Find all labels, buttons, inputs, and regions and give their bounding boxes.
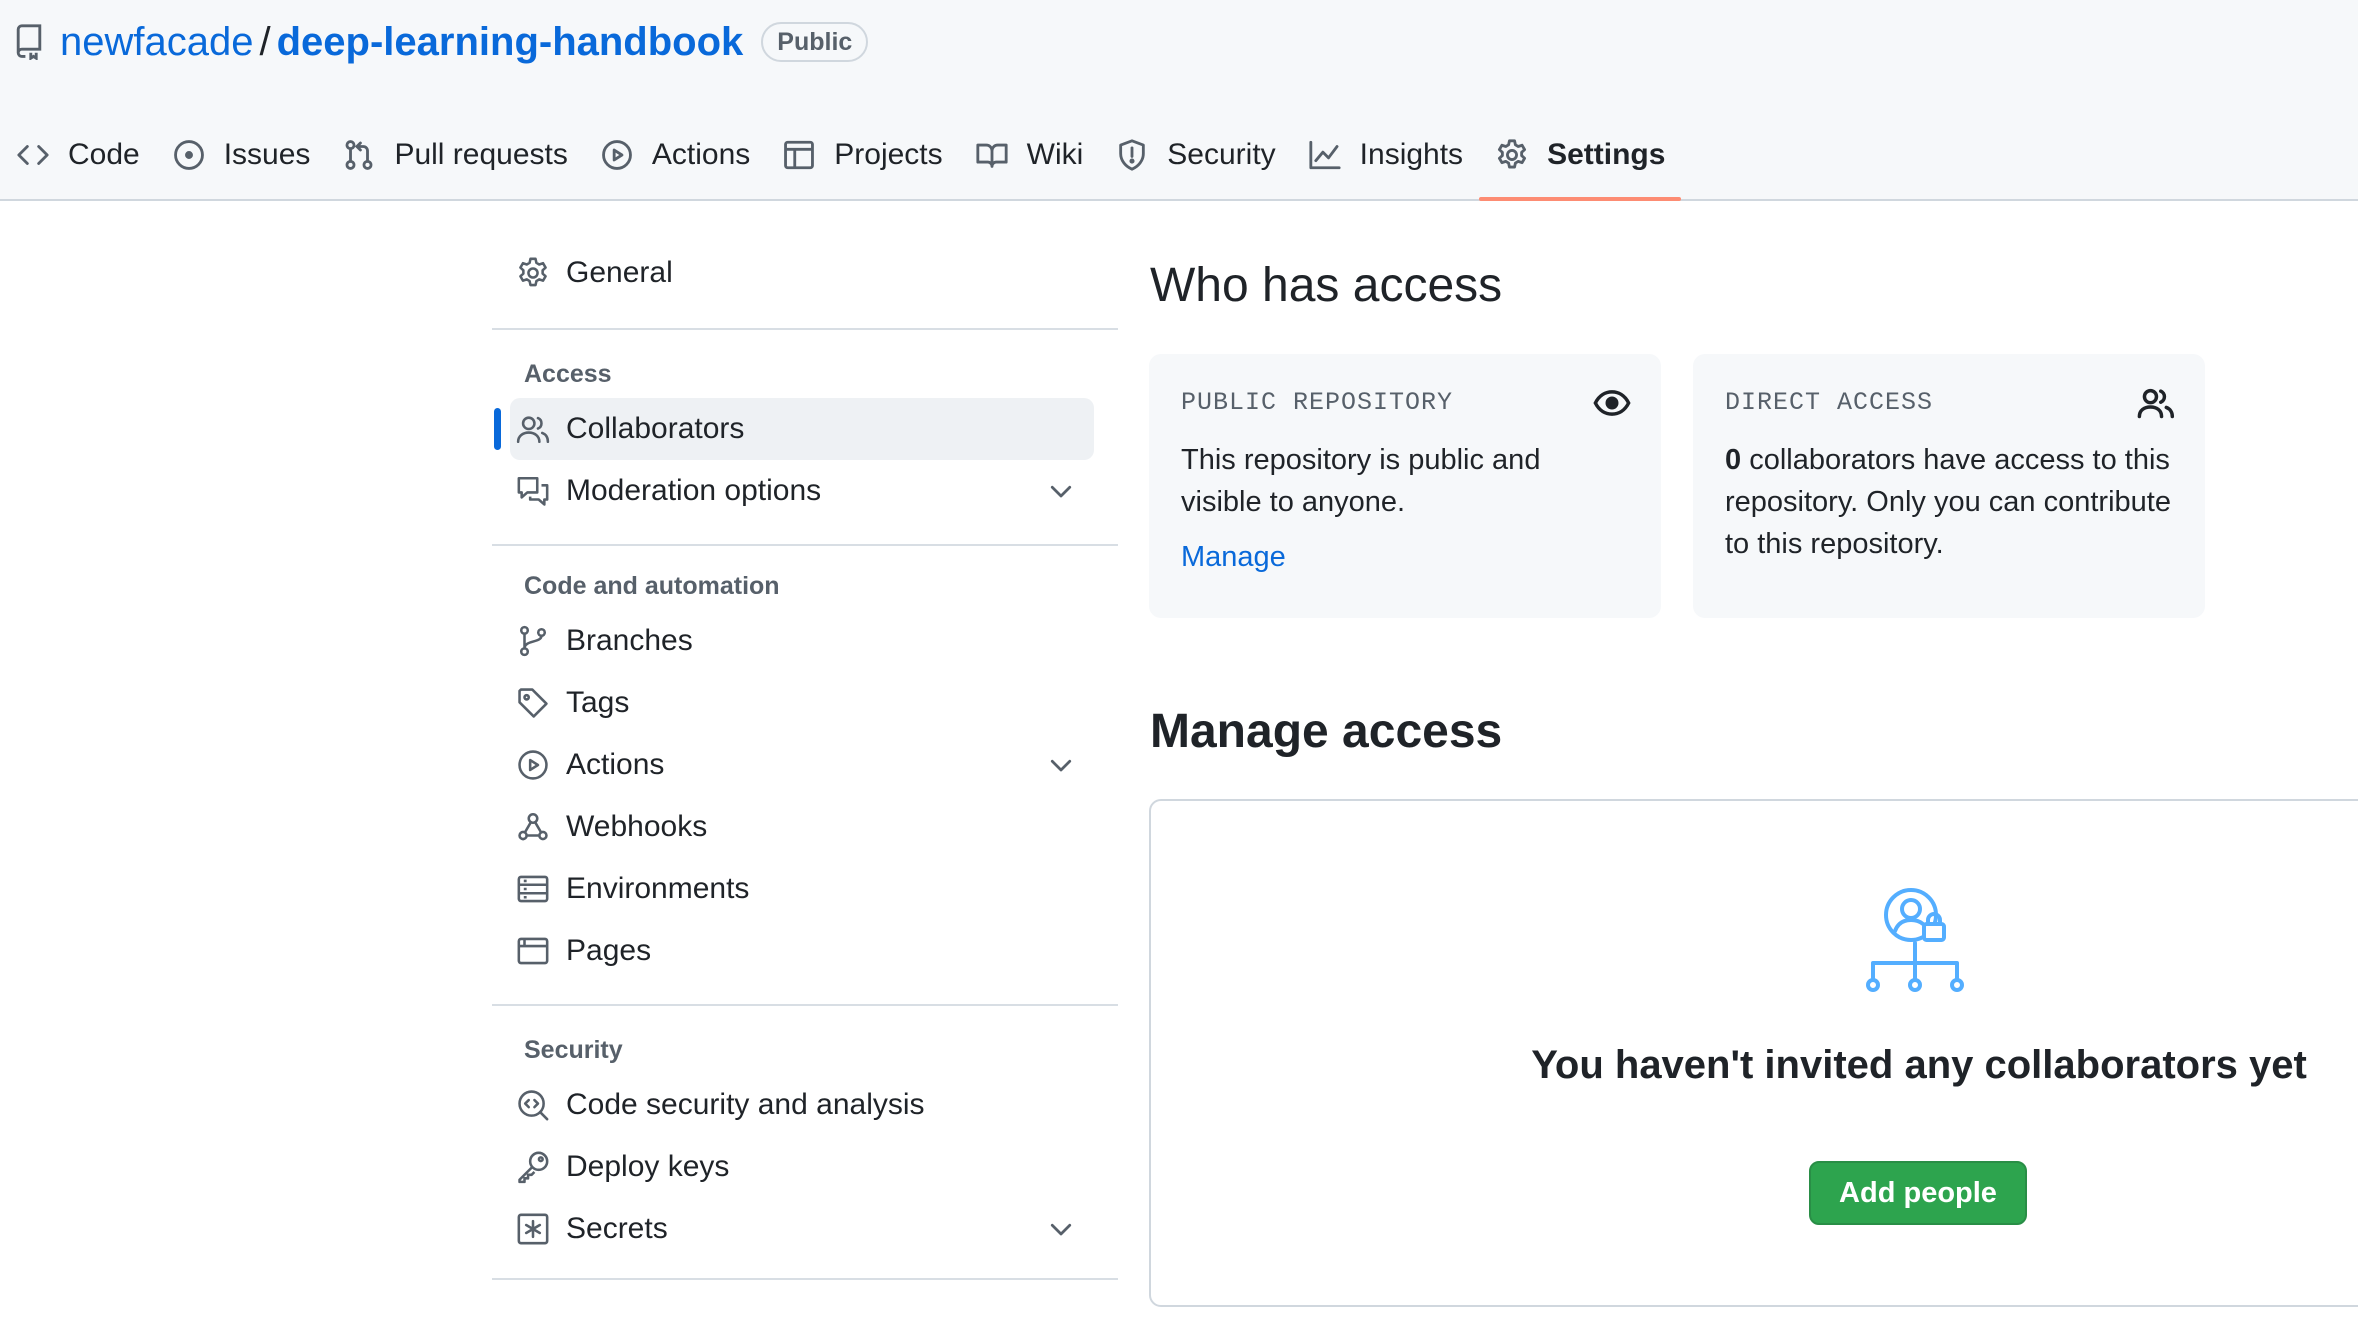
collaborator-count: 0 [1725,444,1742,476]
person-lock-org-icon [1866,888,1964,992]
sidebar-item-label: Moderation options [566,474,822,507]
repo-header: newfacade / deep-learning-handbook Publi… [0,0,2358,201]
sidebar-item-label: Actions [566,748,665,781]
sidebar-item-deploy-keys[interactable]: Deploy keys [510,1136,1094,1198]
sidebar-divider [492,1004,1118,1006]
sidebar-item-label: General [566,256,673,289]
sidebar-item-secrets[interactable]: Secrets [510,1198,1094,1260]
chevron-down-icon[interactable] [1046,476,1076,506]
public-repository-text: This repository is public and visible to… [1181,444,1541,518]
shield-icon [1119,139,1146,171]
repo-separator: / [259,19,271,64]
who-has-access-heading: Who has access [1150,259,1503,312]
sidebar-item-moderation-options[interactable]: Moderation options [510,460,1094,522]
sidebar-item-label: Code security and analysis [566,1088,925,1121]
tab-label: Projects [834,138,943,171]
comment-discussion-icon [517,476,549,506]
sidebar-item-actions[interactable]: Actions [510,734,1094,796]
chevron-down-icon[interactable] [1046,1214,1076,1244]
tab-code[interactable]: Code [0,120,156,190]
sidebar-item-label: Deploy keys [566,1150,730,1183]
sidebar-item-tags[interactable]: Tags [510,672,1094,734]
chevron-down-icon[interactable] [1046,750,1076,780]
sidebar-item-label: Branches [566,624,693,657]
repo-name-link[interactable]: deep-learning-handbook [277,20,744,65]
graph-icon [1309,140,1341,170]
sidebar-item-environments[interactable]: Environments [510,858,1094,920]
sidebar-item-webhooks[interactable]: Webhooks [510,796,1094,858]
key-icon [518,1151,549,1184]
webhook-icon [518,812,548,841]
direct-access-card: DIRECT ACCESS 0 collaborators have acces… [1693,354,2205,618]
tab-security[interactable]: Security [1099,120,1291,190]
sidebar-divider [492,544,1118,546]
sidebar-item-general[interactable]: General [510,242,1094,304]
visibility-badge: Public [761,22,869,62]
section-label-access: Access [524,359,612,388]
server-icon [517,875,549,903]
pull-request-icon [345,140,373,170]
add-people-button[interactable]: Add people [1809,1161,2027,1225]
repo-owner-link[interactable]: newfacade [60,20,253,65]
tab-settings[interactable]: Settings [1479,120,1682,201]
tab-issues[interactable]: Issues [156,120,327,190]
sidebar-item-pages[interactable]: Pages [510,920,1094,982]
tab-label: Settings [1547,138,1666,171]
sidebar-item-label: Tags [566,686,630,719]
manage-access-heading: Manage access [1150,705,1503,758]
tab-pull-requests[interactable]: Pull requests [326,120,583,190]
sidebar-item-label: Webhooks [566,810,708,843]
repo-tabs: Code Issues Pull requests Actions Projec… [0,120,1682,201]
tab-label: Issues [223,138,311,171]
code-icon [17,145,49,165]
sidebar-divider [492,328,1118,330]
section-label-security: Security [524,1035,623,1064]
key-asterisk-icon [517,1213,549,1245]
people-icon [516,416,550,444]
repo-title: newfacade / deep-learning-handbook Publi… [14,14,869,70]
gear-icon [519,257,547,287]
tab-actions[interactable]: Actions [584,120,766,190]
tab-label: Wiki [1026,138,1084,171]
manage-access-empty-state: You haven't invited any collaborators ye… [1149,799,2358,1307]
sidebar-item-label: Pages [566,934,652,967]
tab-label: Security [1167,138,1276,171]
codescan-icon [518,1090,549,1121]
tab-insights[interactable]: Insights [1292,120,1479,190]
sidebar-divider [492,1278,1118,1280]
sidebar-item-branches[interactable]: Branches [510,610,1094,672]
settings-sidebar: General Access Collaborators Moderation … [492,242,1118,1280]
git-branch-icon [519,625,547,657]
play-icon [602,140,632,170]
sidebar-item-label: Secrets [566,1212,668,1245]
card-kicker: DIRECT ACCESS [1725,388,1934,417]
sidebar-item-collaborators[interactable]: Collaborators [494,398,1094,460]
sidebar-item-code-security-and-analysis[interactable]: Code security and analysis [510,1074,1094,1136]
book-icon [976,143,1008,168]
empty-state-title: You haven't invited any collaborators ye… [1531,1043,2307,1087]
table-icon [784,140,815,170]
browser-icon [517,937,549,965]
gear-icon [1498,139,1527,169]
tag-icon [518,688,548,718]
tab-projects[interactable]: Projects [766,120,958,190]
people-icon [2137,388,2175,419]
play-icon [518,750,548,780]
tab-label: Insights [1359,138,1464,171]
tab-label: Code [68,138,140,171]
section-label-code-and-automation: Code and automation [524,571,780,600]
sidebar-item-label: Environments [566,872,750,905]
direct-access-text: 0 collaborators have access to this repo… [1725,439,2173,565]
manage-visibility-link[interactable]: Manage [1181,541,1629,574]
card-kicker: PUBLIC REPOSITORY [1181,388,1454,417]
public-repository-card: PUBLIC REPOSITORY This repository is pub… [1149,354,1661,618]
eye-icon [1593,390,1631,416]
repo-icon [16,24,42,60]
issue-icon [173,140,204,170]
sidebar-item-label: Collaborators [566,412,745,445]
tab-wiki[interactable]: Wiki [959,120,1100,190]
tab-label: Actions [651,138,751,171]
direct-access-description: collaborators have access to this reposi… [1725,444,2171,560]
tab-label: Pull requests [394,138,568,171]
